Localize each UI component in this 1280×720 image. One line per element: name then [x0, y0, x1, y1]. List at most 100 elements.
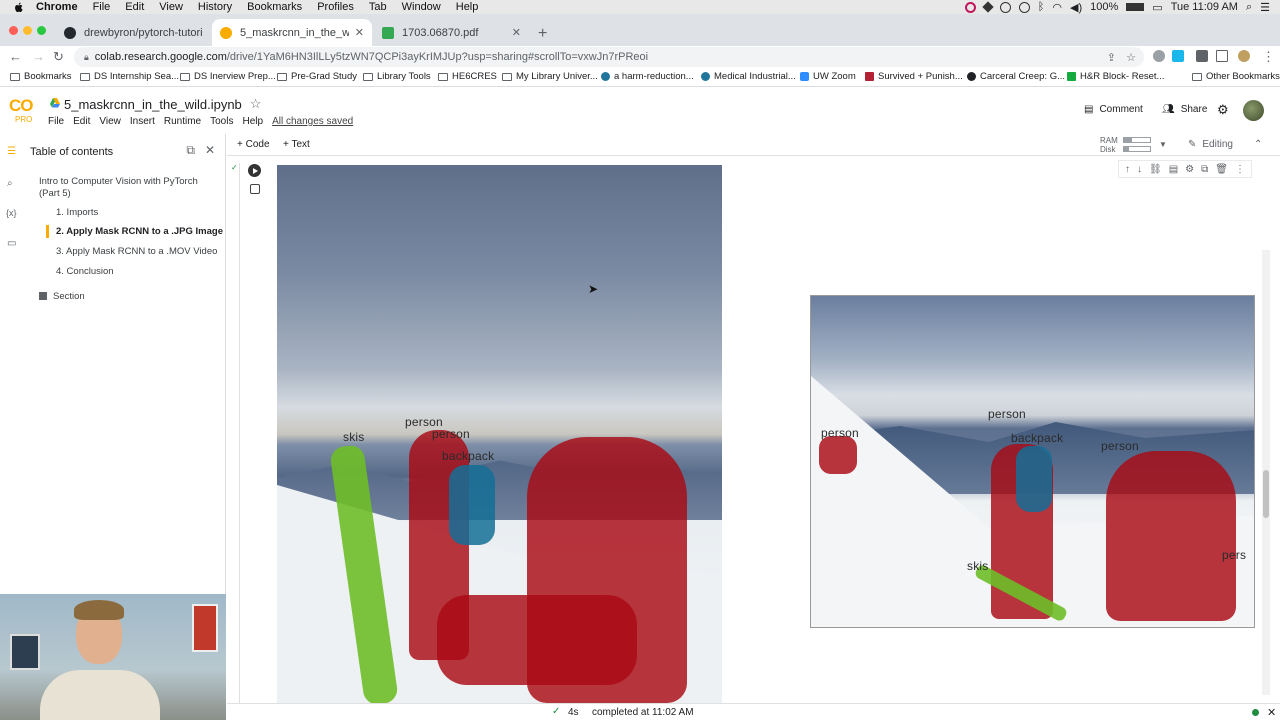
- notebook-title[interactable]: 5_maskrcnn_in_the_wild.ipynb ☆: [64, 96, 261, 112]
- cell-settings-icon[interactable]: ⚙: [1185, 164, 1194, 175]
- extension-icon[interactable]: [1153, 50, 1165, 62]
- siri-icon[interactable]: ☰: [1260, 1, 1270, 14]
- toc-item-conclusion[interactable]: 4. Conclusion: [56, 266, 114, 278]
- save-status-link[interactable]: All changes saved: [272, 116, 353, 127]
- output-actions-icon[interactable]: [250, 184, 260, 194]
- bookmark-other-bookmarks[interactable]: Other Bookmarks: [1192, 71, 1280, 82]
- zoom-window-button[interactable]: [37, 26, 46, 35]
- colab-menu-tools[interactable]: Tools: [210, 116, 233, 127]
- scrollbar-thumb[interactable]: [1263, 470, 1269, 518]
- colab-menu-edit[interactable]: Edit: [73, 116, 90, 127]
- expand-section-icon[interactable]: [39, 292, 47, 300]
- close-status-icon[interactable]: ✕: [1267, 706, 1276, 719]
- menu-profiles[interactable]: Profiles: [317, 1, 354, 13]
- profile-avatar[interactable]: [1238, 50, 1250, 62]
- variables-icon[interactable]: {x}: [6, 208, 17, 218]
- vimeo-icon[interactable]: [1172, 50, 1184, 62]
- bookmark-hr-block[interactable]: H&R Block- Reset...: [1067, 71, 1164, 82]
- bluetooth-icon[interactable]: ᛒ: [1038, 1, 1045, 13]
- menu-view[interactable]: View: [159, 1, 183, 13]
- bookmark-ds-interview[interactable]: DS Inerview Prep...: [180, 71, 276, 82]
- bookmark-medical-industrial[interactable]: Medical Industrial...: [701, 71, 796, 82]
- bookmark-pre-grad[interactable]: Pre-Grad Study: [277, 71, 357, 82]
- run-cell-button[interactable]: [248, 164, 261, 177]
- menu-edit[interactable]: Edit: [125, 1, 144, 13]
- toc-item-imports[interactable]: 1. Imports: [56, 207, 98, 219]
- share-page-icon[interactable]: ⇪: [1107, 51, 1116, 64]
- close-tab-icon[interactable]: ✕: [512, 26, 521, 39]
- close-panel-icon[interactable]: ✕: [205, 143, 215, 158]
- more-options-icon[interactable]: ⋮: [1235, 164, 1245, 175]
- address-bar[interactable]: 🔒︎ colab.research.google.com /drive/1YaM…: [74, 47, 1144, 67]
- clock[interactable]: Tue 11:09 AM: [1171, 1, 1238, 13]
- menu-tab[interactable]: Tab: [369, 1, 387, 13]
- bookmark-carceral-creep[interactable]: Carceral Creep: G...: [967, 71, 1065, 82]
- minimize-window-button[interactable]: [23, 26, 32, 35]
- control-center-icon[interactable]: ▭: [1152, 1, 1162, 14]
- comment-cell-icon[interactable]: ▤: [1169, 164, 1178, 175]
- reload-button[interactable]: ↻: [53, 49, 64, 65]
- bookmark-survived-punished[interactable]: Survived + Punish...: [865, 71, 963, 82]
- forward-button[interactable]: →: [32, 49, 45, 64]
- menu-bookmarks[interactable]: Bookmarks: [247, 1, 302, 13]
- menu-help[interactable]: Help: [456, 1, 479, 13]
- back-button[interactable]: ←: [9, 49, 22, 64]
- volume-icon[interactable]: ◀): [1070, 1, 1082, 14]
- user-avatar[interactable]: [1243, 100, 1264, 121]
- google-drive-icon[interactable]: [50, 98, 60, 108]
- colab-menu-help[interactable]: Help: [242, 116, 263, 127]
- spotlight-icon[interactable]: ⌕: [1246, 1, 1252, 14]
- bookmark-uw-zoom[interactable]: UW Zoom: [800, 71, 856, 82]
- editing-mode-button[interactable]: ✎ Editing: [1188, 139, 1233, 150]
- link-icon[interactable]: ⛓: [1149, 164, 1162, 175]
- toc-item-mov[interactable]: 3. Apply Mask RCNN to a .MOV Video: [56, 246, 217, 258]
- pause-icon[interactable]: [1018, 1, 1030, 13]
- extensions-puzzle-icon[interactable]: [1196, 50, 1208, 62]
- collapse-header-icon[interactable]: ⌃: [1254, 139, 1262, 150]
- files-folder-icon[interactable]: ▭: [7, 238, 16, 249]
- browser-tab-colab[interactable]: 5_maskrcnn_in_the_wild.ipynb ✕: [212, 19, 372, 46]
- search-icon[interactable]: ⌕: [7, 178, 13, 189]
- close-window-button[interactable]: [9, 26, 18, 35]
- share-button[interactable]: 👥︎ Share: [1162, 104, 1207, 115]
- time-machine-icon[interactable]: [999, 1, 1011, 13]
- browser-tab-pdf[interactable]: 1703.06870.pdf ✕: [374, 19, 529, 46]
- colab-menu-file[interactable]: File: [48, 116, 64, 127]
- apple-icon[interactable]: [12, 1, 26, 13]
- toc-item-section[interactable]: Section: [53, 291, 85, 303]
- colab-menu-runtime[interactable]: Runtime: [164, 116, 201, 127]
- toc-item-intro[interactable]: Intro to Computer Vision with PyTorch (P…: [39, 176, 214, 200]
- bookmark-ds-internship[interactable]: DS Internship Sea...: [80, 71, 179, 82]
- comment-button[interactable]: ▤ Comment: [1084, 104, 1143, 115]
- star-icon[interactable]: ☆: [250, 96, 262, 112]
- battery-icon[interactable]: [1126, 3, 1145, 11]
- new-tab-button[interactable]: +: [538, 25, 547, 43]
- bookmark-library-tools[interactable]: Library Tools: [363, 71, 431, 82]
- resource-monitor[interactable]: RAM Disk: [1100, 136, 1118, 154]
- bookmark-harm-reduction[interactable]: a harm-reduction...: [601, 71, 694, 82]
- add-text-button[interactable]: + Text: [283, 139, 310, 150]
- add-code-button[interactable]: + Code: [237, 139, 270, 150]
- browser-tab-github[interactable]: drewbyron/pytorch-tutorials: A: [56, 19, 211, 46]
- menu-window[interactable]: Window: [402, 1, 441, 13]
- notebook-scrollbar[interactable]: [1262, 250, 1270, 695]
- menu-app-chrome[interactable]: Chrome: [36, 1, 78, 13]
- move-up-icon[interactable]: ↑: [1125, 164, 1130, 175]
- mirror-cell-icon[interactable]: ⧉: [1201, 164, 1208, 175]
- notebook-name[interactable]: 5_maskrcnn_in_the_wild.ipynb: [64, 97, 242, 112]
- menu-history[interactable]: History: [198, 1, 232, 13]
- bookmark-my-library[interactable]: My Library Univer...: [502, 71, 598, 82]
- colab-menu-view[interactable]: View: [99, 116, 121, 127]
- execution-status[interactable]: completed at 11:02 AM: [592, 707, 694, 718]
- bookmark-bookmarks[interactable]: Bookmarks: [10, 71, 72, 82]
- record-icon[interactable]: [964, 1, 976, 13]
- delete-cell-icon[interactable]: 🗑︎: [1215, 164, 1228, 175]
- chrome-menu-icon[interactable]: ⋮: [1262, 49, 1275, 65]
- colab-menu-insert[interactable]: Insert: [130, 116, 155, 127]
- open-in-tab-icon[interactable]: ⧉: [186, 143, 195, 158]
- wifi-icon[interactable]: ◠: [1052, 1, 1062, 14]
- toc-icon[interactable]: ☰: [7, 146, 16, 157]
- settings-gear-icon[interactable]: ⚙: [1217, 102, 1229, 118]
- bookmark-star-icon[interactable]: ☆: [1126, 51, 1136, 64]
- side-panel-icon[interactable]: [1216, 50, 1228, 62]
